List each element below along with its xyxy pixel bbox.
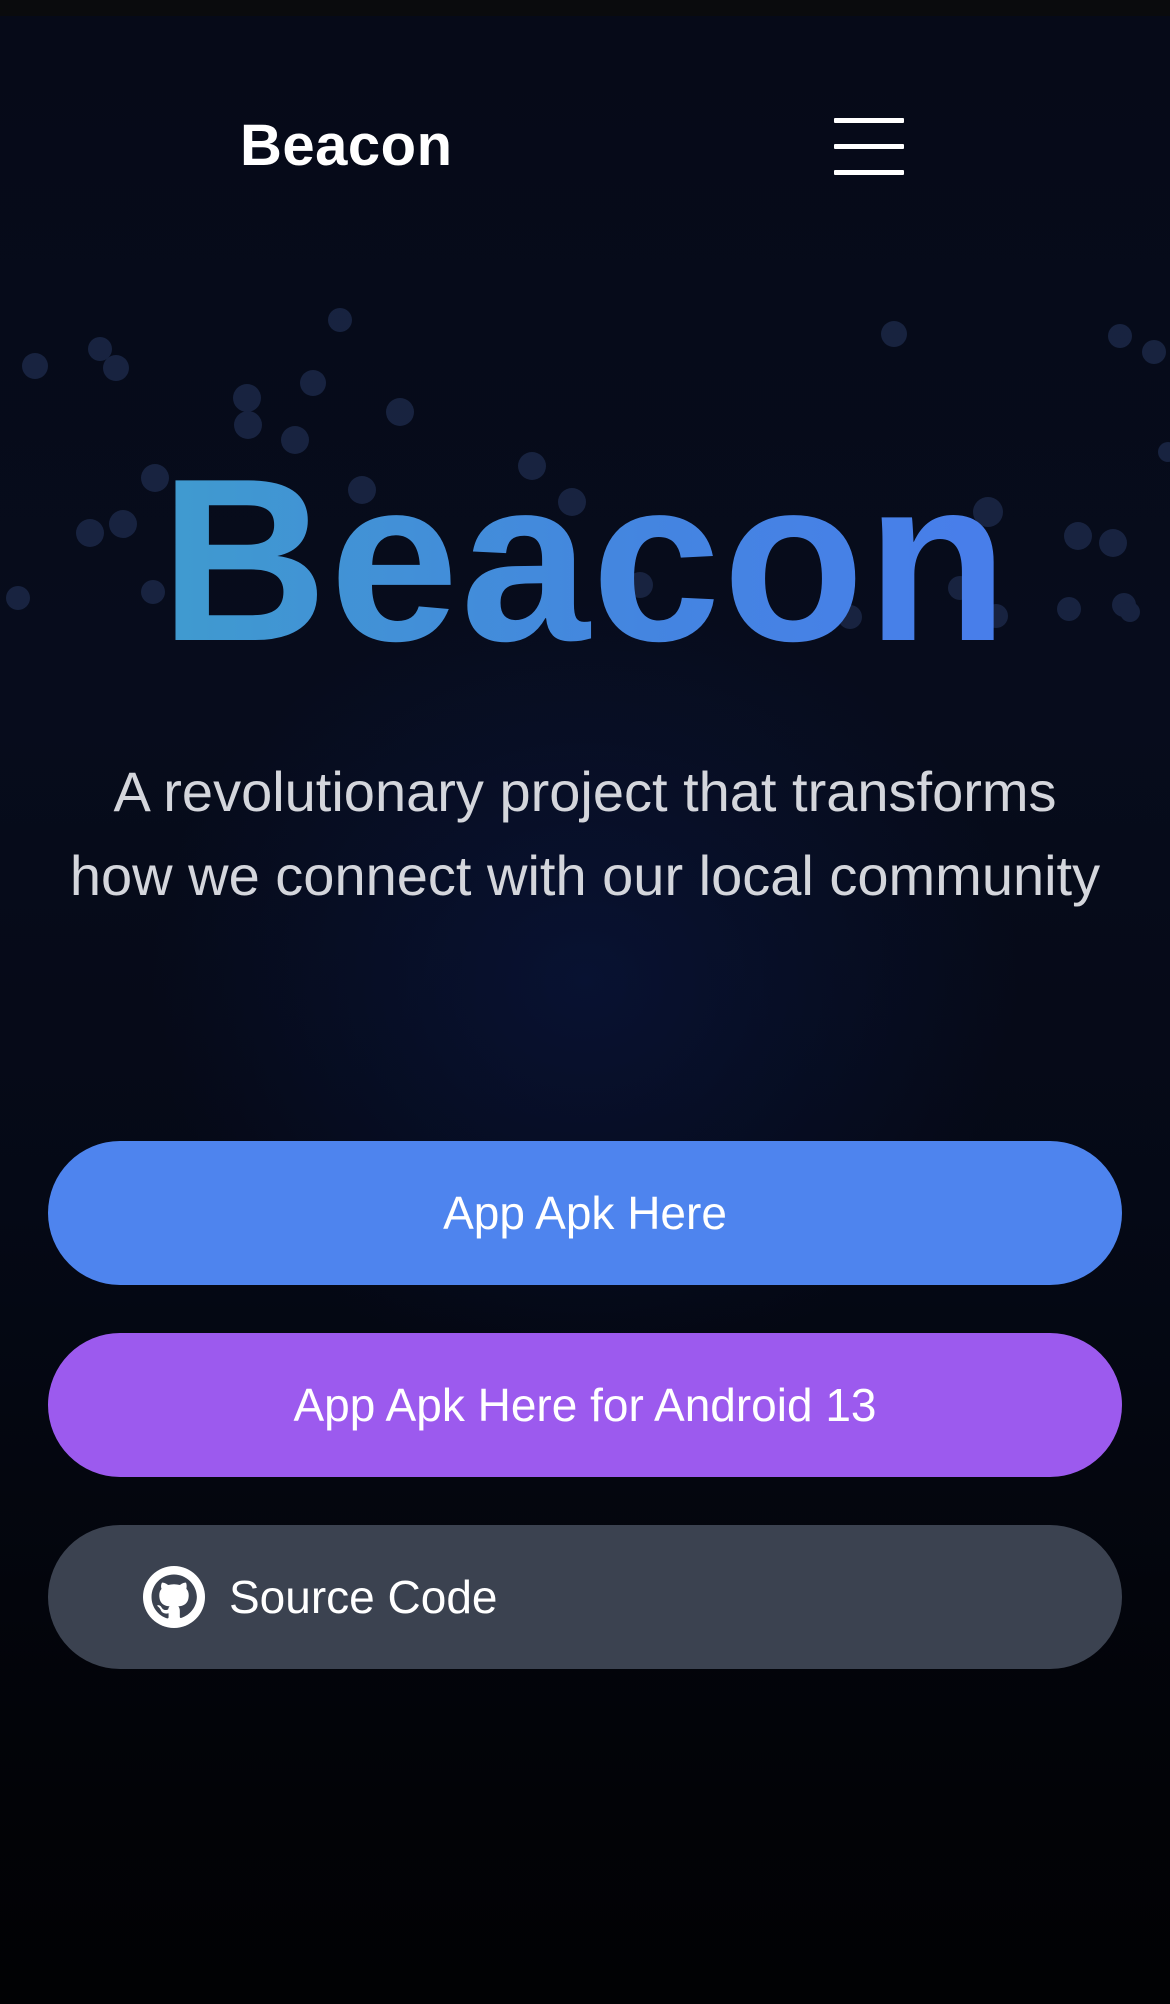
landing-page: Beacon Beacon A revolutionary project th… [0, 0, 1170, 2004]
brand-logo[interactable]: Beacon [240, 112, 453, 179]
menu-line [834, 144, 904, 149]
top-strip [0, 0, 1170, 16]
menu-line [834, 170, 904, 175]
hamburger-menu-icon[interactable] [828, 112, 910, 182]
source-code-button[interactable]: Source Code [48, 1525, 1122, 1669]
app-apk-button-label: App Apk Here [443, 1187, 727, 1239]
hero-title: Beacon [0, 445, 1170, 677]
hero-subtitle: A revolutionary project that transforms … [69, 760, 1101, 907]
app-apk-android13-button[interactable]: App Apk Here for Android 13 [48, 1333, 1122, 1477]
app-apk-button[interactable]: App Apk Here [48, 1141, 1122, 1285]
app-apk-android13-button-label: App Apk Here for Android 13 [293, 1379, 877, 1431]
source-code-button-label: Source Code [229, 1571, 498, 1623]
github-icon [143, 1566, 205, 1628]
menu-line [834, 118, 904, 123]
